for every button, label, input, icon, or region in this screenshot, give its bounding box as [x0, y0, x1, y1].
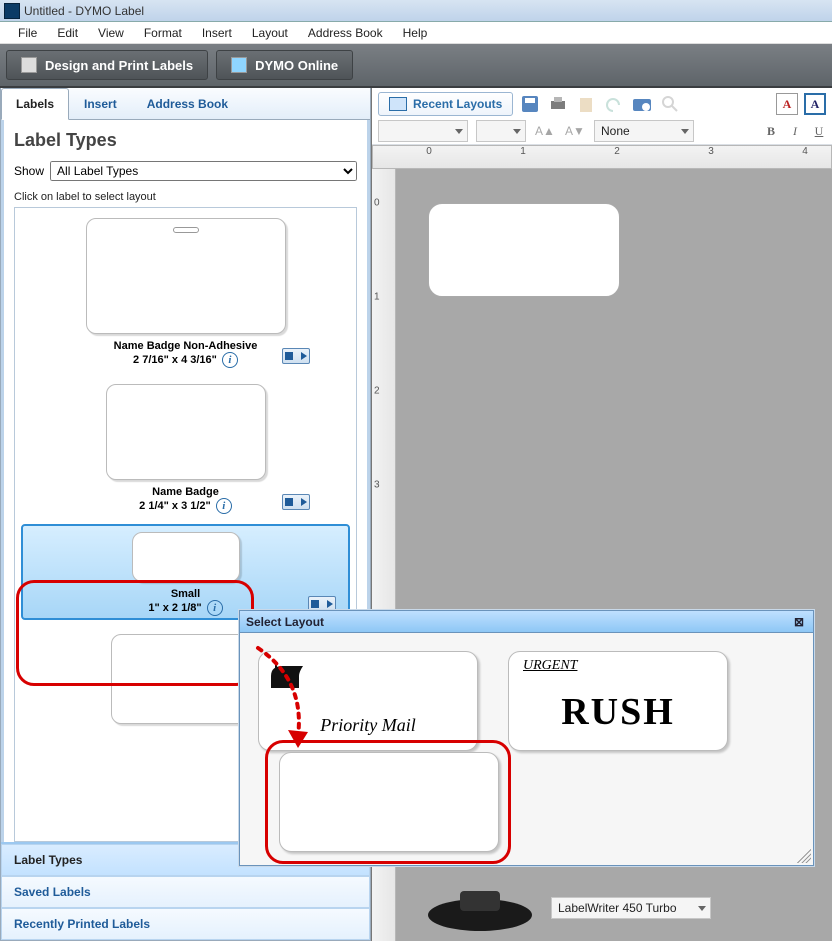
design-toolbar: Recent Layouts A A A▲ A▼ None [372, 88, 832, 145]
save-icon[interactable] [519, 93, 541, 115]
menu-help[interactable]: Help [393, 23, 438, 43]
underline-button[interactable]: U [812, 124, 826, 139]
menu-edit[interactable]: Edit [47, 23, 88, 43]
menu-insert[interactable]: Insert [192, 23, 242, 43]
search-icon [659, 93, 681, 115]
expand-layouts-icon[interactable] [282, 494, 310, 510]
ribbon: Design and Print Labels DYMO Online [0, 44, 832, 88]
menu-format[interactable]: Format [134, 23, 192, 43]
window-title: Untitled - DYMO Label [24, 4, 144, 18]
menu-address-book[interactable]: Address Book [298, 23, 393, 43]
label-type-filter[interactable]: All Label Types [50, 161, 357, 181]
info-icon[interactable]: i [207, 600, 223, 616]
app-icon [4, 3, 20, 19]
font-size-dropdown[interactable] [476, 120, 526, 142]
design-print-button[interactable]: Design and Print Labels [6, 50, 208, 80]
globe-icon [231, 57, 247, 73]
label-icon [21, 57, 37, 73]
popup-title: Select Layout [246, 615, 324, 629]
tab-labels[interactable]: Labels [1, 88, 69, 120]
printer-dropdown[interactable]: LabelWriter 450 Turbo [551, 897, 711, 919]
label-item-name-badge[interactable]: Name Badge 2 1/4" x 3 1/2" i [15, 374, 356, 520]
menu-bar: File Edit View Format Insert Layout Addr… [0, 22, 832, 44]
layout-option-priority-mail[interactable]: Priority Mail [258, 651, 478, 751]
panel-title: Label Types [14, 130, 357, 151]
printer-selector: LabelWriter 450 Turbo [415, 883, 711, 933]
close-icon[interactable]: ⊠ [791, 614, 807, 630]
layout-icon [389, 97, 407, 111]
italic-button[interactable]: I [788, 124, 802, 139]
mailbox-icon [269, 662, 309, 692]
menu-layout[interactable]: Layout [242, 23, 298, 43]
effects-dropdown[interactable]: None [594, 120, 694, 142]
decrease-font-icon: A▼ [564, 120, 586, 142]
camera-icon[interactable] [631, 93, 653, 115]
undo-icon [603, 93, 625, 115]
font-family-dropdown[interactable] [378, 120, 468, 142]
badge-slot-icon [173, 227, 199, 233]
show-label: Show [14, 164, 44, 178]
horizontal-ruler: 0 1 2 3 4 [372, 145, 832, 169]
info-icon[interactable]: i [216, 498, 232, 514]
label-item-name-badge-non-adhesive[interactable]: Name Badge Non-Adhesive 2 7/16" x 4 3/16… [15, 208, 356, 374]
instruction-text: Click on label to select layout [14, 191, 357, 203]
info-icon[interactable]: i [222, 352, 238, 368]
tab-insert[interactable]: Insert [69, 88, 132, 119]
menu-file[interactable]: File [8, 23, 47, 43]
recent-layouts-button[interactable]: Recent Layouts [378, 92, 513, 116]
menu-view[interactable]: View [88, 23, 134, 43]
expand-layouts-icon[interactable] [282, 348, 310, 364]
paste-icon [575, 93, 597, 115]
dymo-online-button[interactable]: DYMO Online [216, 50, 353, 80]
highlight-color-icon[interactable]: A [804, 93, 826, 115]
print-icon[interactable] [547, 93, 569, 115]
resize-grip[interactable] [797, 849, 811, 863]
layout-option-blank[interactable] [279, 752, 499, 852]
label-preview[interactable] [428, 203, 620, 297]
label-item-small[interactable]: Small 1" x 2 1/8" i [21, 524, 350, 620]
bold-button[interactable]: B [764, 124, 778, 139]
title-bar: Untitled - DYMO Label [0, 0, 832, 22]
increase-font-icon: A▲ [534, 120, 556, 142]
layout-option-rush[interactable]: URGENT RUSH [508, 651, 728, 751]
printer-icon [420, 885, 540, 933]
accordion-saved-labels[interactable]: Saved Labels [1, 876, 370, 908]
accordion-recent-labels[interactable]: Recently Printed Labels [1, 908, 370, 940]
tab-address-book[interactable]: Address Book [132, 88, 243, 119]
font-color-icon[interactable]: A [776, 93, 798, 115]
